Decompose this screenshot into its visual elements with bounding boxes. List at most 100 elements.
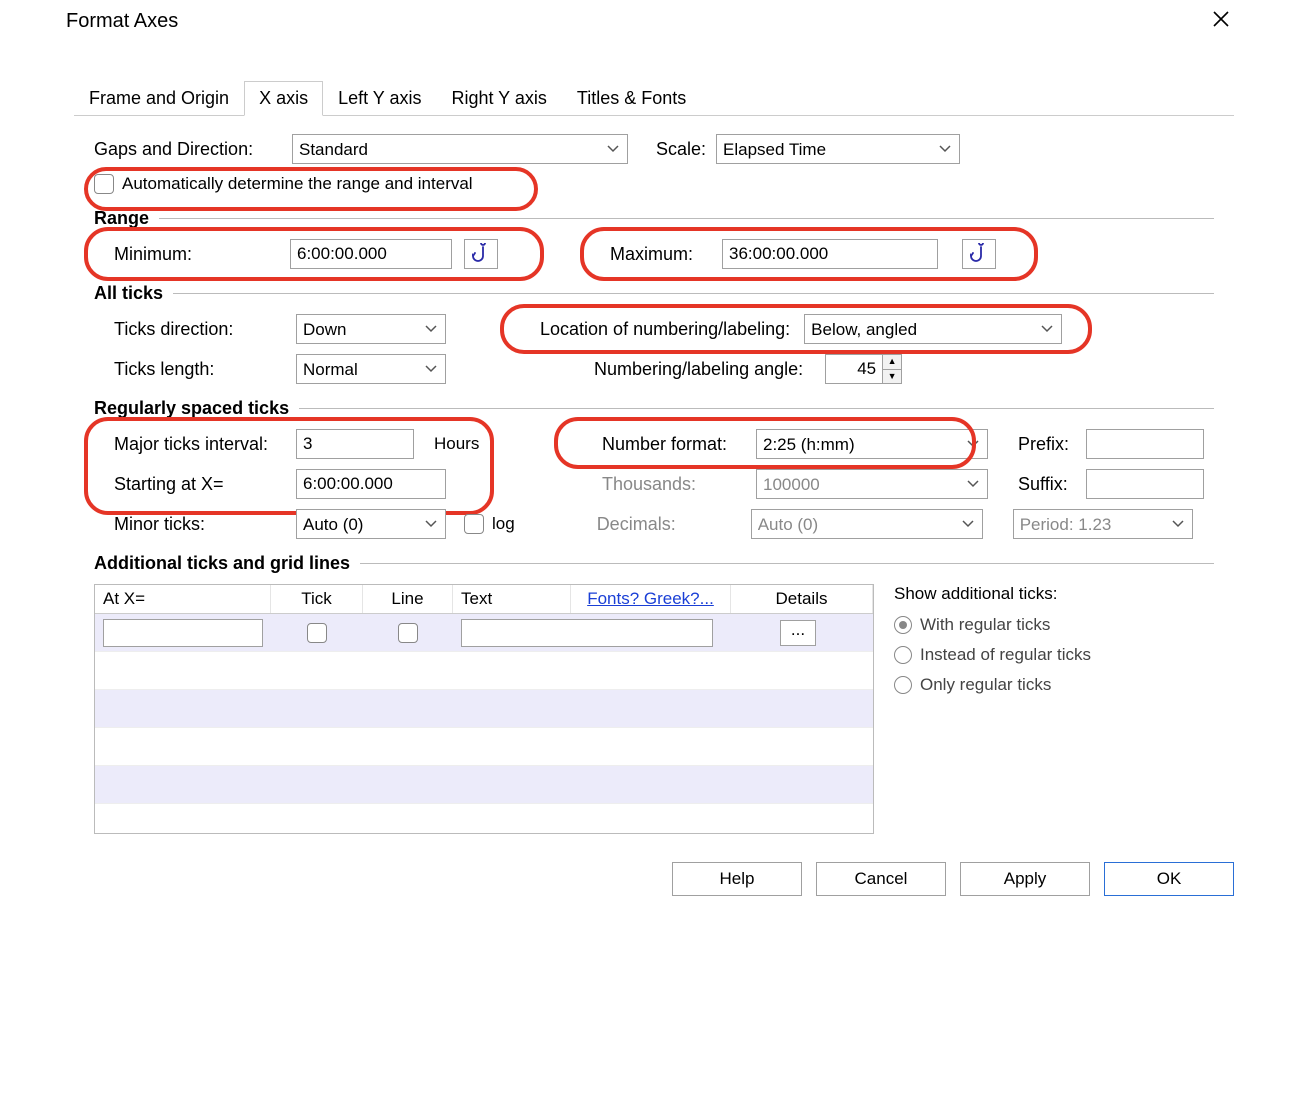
major-interval-unit: Hours xyxy=(434,434,492,454)
minimum-input[interactable] xyxy=(290,239,452,269)
show-additional-label: Show additional ticks: xyxy=(894,584,1214,604)
apply-button[interactable]: Apply xyxy=(960,862,1090,896)
decimals-select[interactable]: Auto (0) xyxy=(751,509,983,539)
radio-only-label: Only regular ticks xyxy=(920,675,1051,695)
hook-icon xyxy=(472,243,490,265)
scale-select[interactable]: Elapsed Time xyxy=(716,134,960,164)
row-auto-range: Automatically determine the range and in… xyxy=(94,174,1214,194)
dialog-title: Format Axes xyxy=(66,10,178,33)
thousands-select[interactable]: 100000 xyxy=(756,469,988,499)
row-starting-at: Starting at X= Thousands: 100000 Suffix: xyxy=(94,469,1214,499)
maximum-hook-button[interactable] xyxy=(962,239,996,269)
titlebar: Format Axes xyxy=(54,0,1254,42)
ok-button[interactable]: OK xyxy=(1104,862,1234,896)
labeling-angle-spinbox[interactable]: ▲ ▼ xyxy=(825,354,902,384)
table-header: At X= Tick Line Text Fonts? Greek?... De… xyxy=(95,585,873,614)
table-row xyxy=(95,690,873,728)
starting-at-label: Starting at X= xyxy=(114,474,286,495)
text-input[interactable] xyxy=(461,619,713,647)
tab-bar: Frame and Origin X axis Left Y axis Righ… xyxy=(74,80,1234,116)
auto-range-label: Automatically determine the range and in… xyxy=(122,174,473,194)
radio-with-regular[interactable]: With regular ticks xyxy=(894,615,1050,635)
ticks-length-label: Ticks length: xyxy=(114,359,286,380)
radio-icon xyxy=(894,616,912,634)
spin-up-icon[interactable]: ▲ xyxy=(883,355,901,370)
radio-icon xyxy=(894,646,912,664)
format-axes-dialog: Format Axes Frame and Origin X axis Left… xyxy=(54,0,1254,916)
additional-ticks-body: At X= Tick Line Text Fonts? Greek?... De… xyxy=(94,584,1214,834)
scale-label: Scale: xyxy=(656,139,706,160)
cancel-button[interactable]: Cancel xyxy=(816,862,946,896)
gaps-direction-select[interactable]: Standard xyxy=(292,134,628,164)
additional-ticks-table: At X= Tick Line Text Fonts? Greek?... De… xyxy=(94,584,874,834)
minimum-hook-button[interactable] xyxy=(464,239,498,269)
decimals-label: Decimals: xyxy=(597,514,741,535)
range-title: Range xyxy=(94,208,149,229)
row-gaps-scale: Gaps and Direction: Standard Scale: Elap… xyxy=(94,134,1214,164)
ticks-direction-select[interactable]: Down xyxy=(296,314,446,344)
minimum-label: Minimum: xyxy=(114,244,290,265)
col-details: Details xyxy=(731,585,873,613)
row-ticks-direction: Ticks direction: Down Location of number… xyxy=(94,314,1214,344)
section-range: Range xyxy=(94,208,1214,229)
tab-left-y-axis[interactable]: Left Y axis xyxy=(323,81,436,116)
major-interval-label: Major ticks interval: xyxy=(114,434,286,455)
col-text: Text xyxy=(453,585,571,613)
log-label: log xyxy=(492,514,515,534)
dialog-footer: Help Cancel Apply OK xyxy=(54,844,1254,916)
regular-ticks-title: Regularly spaced ticks xyxy=(94,398,289,419)
close-button[interactable] xyxy=(1200,6,1242,36)
highlight-major-start xyxy=(84,417,494,515)
major-interval-input[interactable] xyxy=(296,429,414,459)
spin-down-icon[interactable]: ▼ xyxy=(883,370,901,384)
col-tick: Tick xyxy=(271,585,363,613)
log-checkbox[interactable]: log xyxy=(464,514,515,534)
location-labeling-select[interactable]: Below, angled xyxy=(804,314,1062,344)
row-range: Minimum: Maximum: xyxy=(94,239,1214,269)
panel: Gaps and Direction: Standard Scale: Elap… xyxy=(54,116,1254,844)
location-labeling-label: Location of numbering/labeling: xyxy=(540,319,790,340)
tab-titles-fonts[interactable]: Titles & Fonts xyxy=(562,81,701,116)
prefix-input[interactable] xyxy=(1086,429,1204,459)
tab-x-axis[interactable]: X axis xyxy=(244,81,323,116)
radio-only-regular[interactable]: Only regular ticks xyxy=(894,675,1051,695)
number-format-label: Number format: xyxy=(602,434,746,455)
show-additional-panel: Show additional ticks: With regular tick… xyxy=(894,584,1214,834)
suffix-input[interactable] xyxy=(1086,469,1204,499)
hook-icon xyxy=(970,243,988,265)
checkbox-icon xyxy=(94,174,114,194)
checkbox-icon xyxy=(464,514,484,534)
table-row xyxy=(95,766,873,804)
row-minor-ticks: Minor ticks: Auto (0) log Decimals: Auto… xyxy=(94,509,1214,539)
labeling-angle-input[interactable] xyxy=(826,355,882,383)
col-line: Line xyxy=(363,585,453,613)
additional-ticks-title: Additional ticks and grid lines xyxy=(94,553,350,574)
thousands-label: Thousands: xyxy=(602,474,746,495)
radio-instead-regular[interactable]: Instead of regular ticks xyxy=(894,645,1091,665)
table-row xyxy=(95,652,873,690)
tick-checkbox[interactable] xyxy=(307,623,327,643)
maximum-input[interactable] xyxy=(722,239,938,269)
minor-ticks-select[interactable]: Auto (0) xyxy=(296,509,446,539)
help-button[interactable]: Help xyxy=(672,862,802,896)
starting-at-input[interactable] xyxy=(296,469,446,499)
prefix-label: Prefix: xyxy=(1018,434,1076,455)
all-ticks-title: All ticks xyxy=(94,283,163,304)
period-select[interactable]: Period: 1.23 xyxy=(1013,509,1193,539)
fonts-greek-link[interactable]: Fonts? Greek?... xyxy=(571,585,731,613)
line-checkbox[interactable] xyxy=(398,623,418,643)
at-x-input[interactable] xyxy=(103,619,263,647)
auto-range-checkbox[interactable]: Automatically determine the range and in… xyxy=(94,174,473,194)
ticks-length-select[interactable]: Normal xyxy=(296,354,446,384)
maximum-label: Maximum: xyxy=(610,244,722,265)
labeling-angle-label: Numbering/labeling angle: xyxy=(594,359,803,380)
row-ticks-length: Ticks length: Normal Numbering/labeling … xyxy=(94,354,1214,384)
radio-with-label: With regular ticks xyxy=(920,615,1050,635)
col-at-x: At X= xyxy=(95,585,271,613)
section-additional-ticks: Additional ticks and grid lines xyxy=(94,553,1214,574)
tab-frame-and-origin[interactable]: Frame and Origin xyxy=(74,81,244,116)
section-all-ticks: All ticks xyxy=(94,283,1214,304)
tab-right-y-axis[interactable]: Right Y axis xyxy=(436,81,561,116)
details-button[interactable]: ... xyxy=(780,620,816,646)
number-format-select[interactable]: 2:25 (h:mm) xyxy=(756,429,988,459)
